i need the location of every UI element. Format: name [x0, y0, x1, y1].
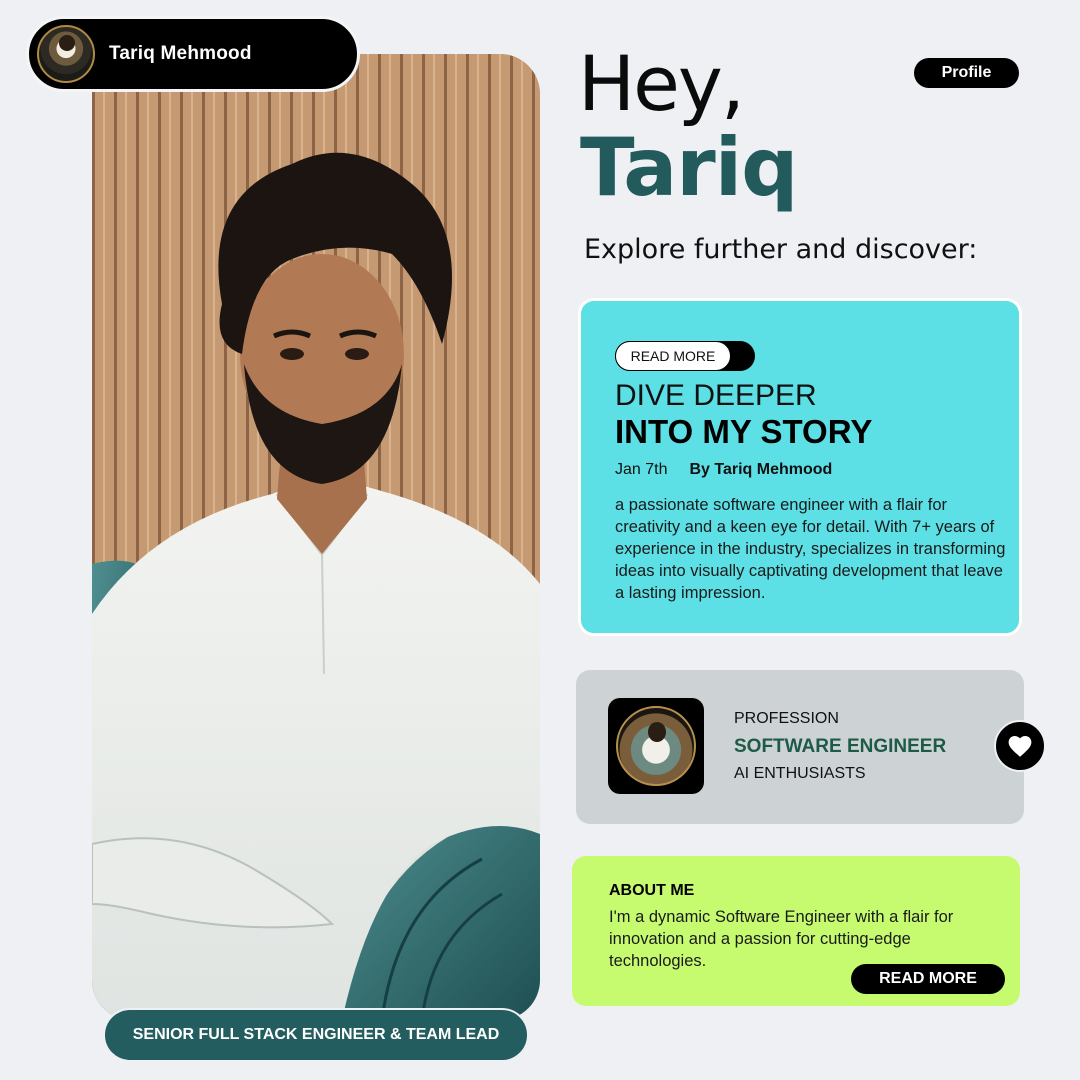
- like-button[interactable]: [994, 720, 1046, 772]
- explore-subheading: Explore further and discover:: [584, 234, 978, 265]
- story-author: By Tariq Mehmood: [689, 461, 833, 478]
- about-card: ABOUT ME I'm a dynamic Software Engineer…: [572, 856, 1020, 1006]
- read-more-button[interactable]: READ MORE: [851, 964, 1005, 994]
- profession-subtitle: AI ENTHUSIASTS: [734, 765, 866, 782]
- profile-name-badge[interactable]: Tariq Mehmood: [26, 16, 360, 92]
- profile-name: Tariq Mehmood: [109, 43, 252, 64]
- profile-button[interactable]: Profile: [914, 58, 1019, 88]
- story-kicker: DIVE DEEPER: [615, 379, 817, 412]
- profession-title: SOFTWARE ENGINEER: [734, 736, 947, 757]
- story-title: INTO MY STORY: [615, 413, 873, 450]
- profession-avatar: [608, 698, 704, 794]
- story-card: READ MORE DIVE DEEPER INTO MY STORY Jan …: [578, 298, 1022, 636]
- story-meta: Jan 7th By Tariq Mehmood: [615, 461, 832, 479]
- greeting-heading: Hey,: [578, 39, 745, 128]
- profession-label: PROFESSION: [734, 710, 839, 727]
- story-date: Jan 7th: [615, 461, 668, 478]
- first-name-heading: Tariq: [580, 121, 798, 214]
- profile-photo: [92, 54, 540, 1020]
- read-more-toggle[interactable]: READ MORE: [615, 341, 755, 371]
- avatar: [37, 25, 95, 83]
- portrait-illustration: [92, 54, 540, 1020]
- read-more-toggle-label: READ MORE: [615, 341, 731, 371]
- about-heading: ABOUT ME: [609, 882, 695, 899]
- about-body: I'm a dynamic Software Engineer with a f…: [609, 908, 954, 970]
- heart-icon: [1008, 736, 1032, 757]
- story-body: a passionate software engineer with a fl…: [615, 496, 1006, 602]
- role-badge: SENIOR FULL STACK ENGINEER & TEAM LEAD: [103, 1008, 529, 1062]
- profession-card: PROFESSION SOFTWARE ENGINEER AI ENTHUSIA…: [576, 670, 1024, 824]
